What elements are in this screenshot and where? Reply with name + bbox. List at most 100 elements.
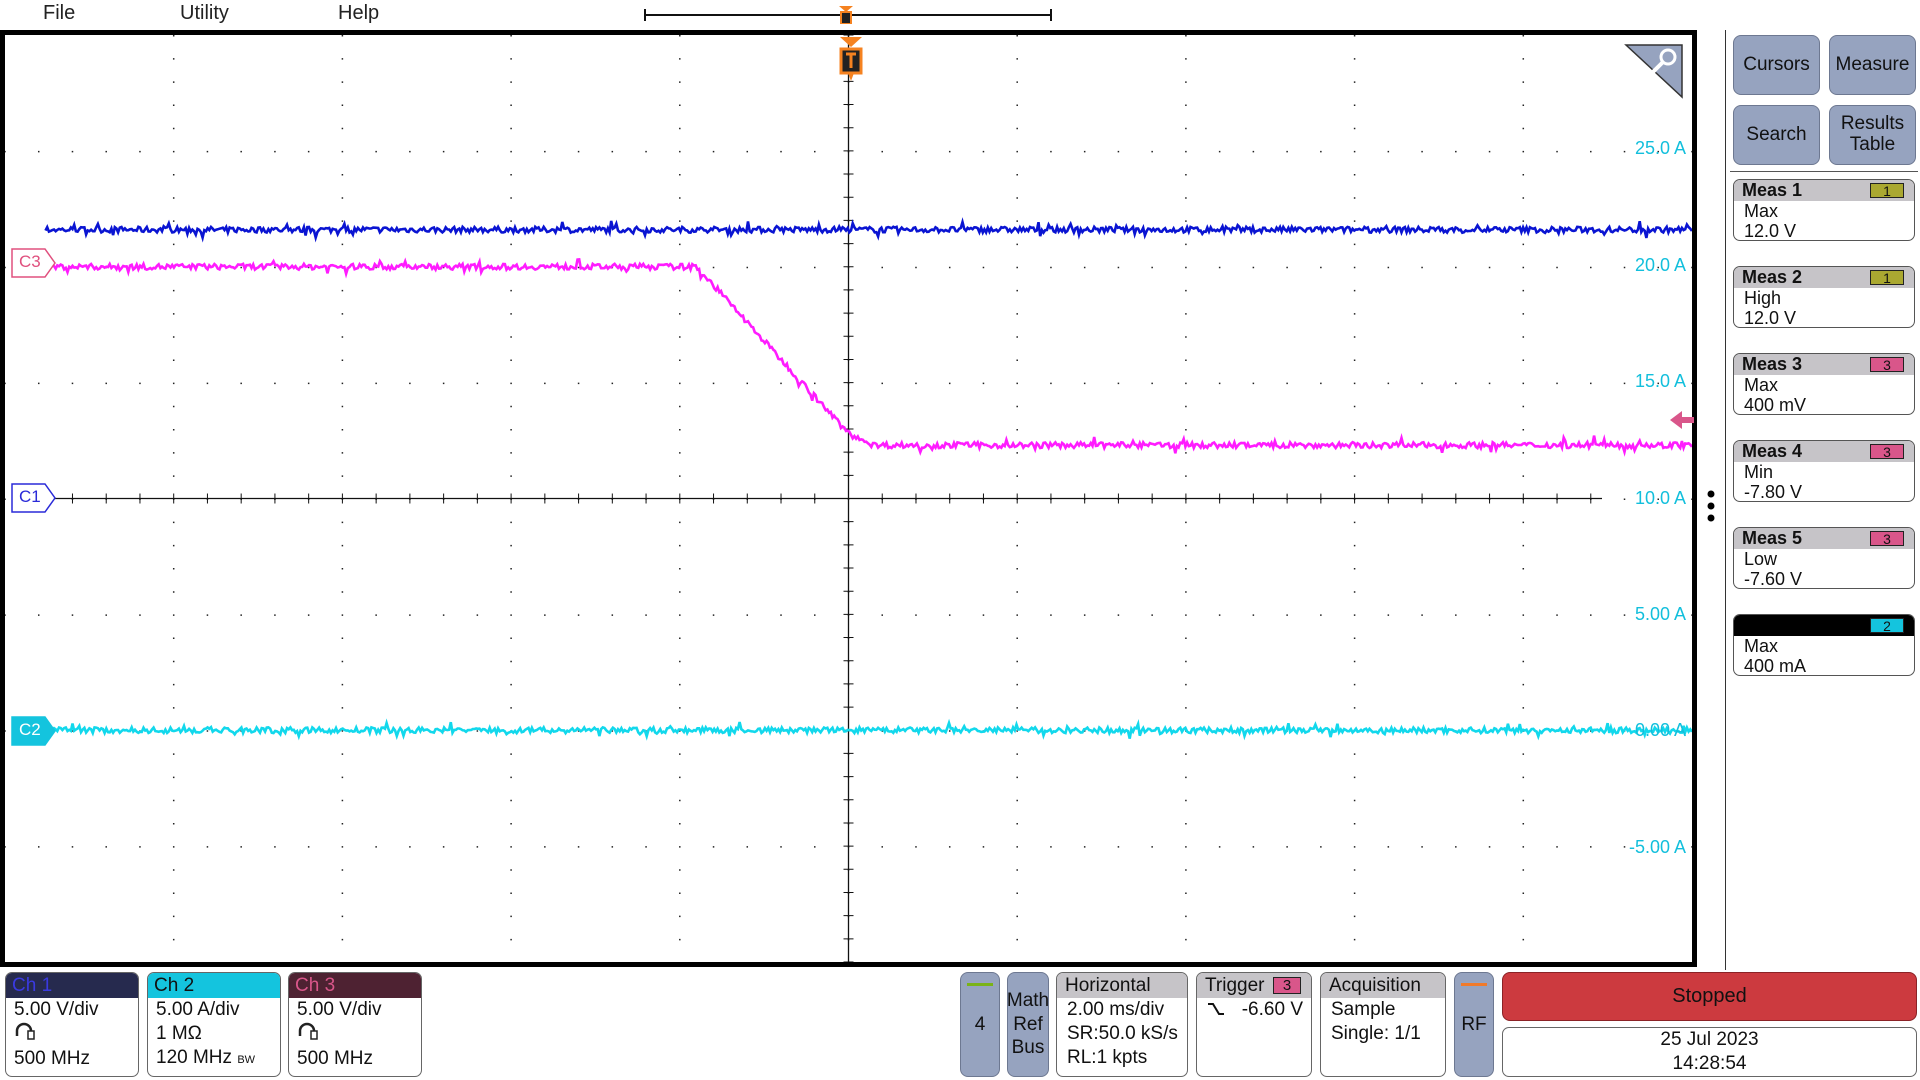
ch2-scale: 5.00 A/div bbox=[156, 999, 240, 1020]
meas-title: Meas 4 bbox=[1742, 441, 1803, 461]
ch3-offset-marker[interactable]: C3 bbox=[11, 248, 57, 278]
meas-value: -7.60 V bbox=[1744, 569, 1803, 589]
meas-type: Min bbox=[1744, 462, 1774, 482]
sample-rate: SR:50.0 kS/s bbox=[1067, 1023, 1178, 1044]
ch2-waveform bbox=[44, 718, 1692, 741]
zoom-icon[interactable] bbox=[1624, 43, 1684, 99]
side-panel-border bbox=[1725, 30, 1726, 970]
ch3-bandwidth: 500 MHz bbox=[297, 1048, 374, 1069]
acquisition-mode: Sample bbox=[1331, 999, 1396, 1020]
ch1-bandwidth: 500 MHz bbox=[14, 1048, 91, 1069]
ch3-label: Ch 3 bbox=[289, 973, 421, 998]
y-axis-label: 15.0 A bbox=[1634, 371, 1686, 391]
ch4-label: 4 bbox=[974, 1013, 986, 1035]
bw-limit-icon: BW bbox=[237, 1054, 256, 1066]
trigger-level-arrow-icon[interactable] bbox=[1670, 410, 1694, 430]
trigger-source-badge: 3 bbox=[1273, 977, 1301, 994]
ch3-badge[interactable]: Ch 3 5.00 V/div 500 MHz bbox=[288, 972, 422, 1077]
y-axis-label: 25.0 A bbox=[1634, 138, 1686, 158]
falling-edge-icon bbox=[1208, 1003, 1224, 1015]
record-length: RL:1 kpts bbox=[1067, 1047, 1148, 1068]
meas-title: Meas 5 bbox=[1742, 528, 1803, 548]
meas-value: 12.0 V bbox=[1744, 308, 1797, 328]
waveform-display[interactable]: T 25.0 A 20.0 A 15.0 A 10.0 A 5.00 A 0.0… bbox=[0, 30, 1697, 967]
meas-title: Meas 3 bbox=[1742, 354, 1803, 374]
trigger-badge[interactable]: Trigger 3 -6.60 V bbox=[1196, 972, 1312, 1077]
ch2-label: Ch 2 bbox=[148, 973, 280, 998]
ch2-badge[interactable]: Ch 2 5.00 A/div 1 MΩ 120 MHz BW bbox=[147, 972, 281, 1077]
trigger-level: -6.60 V bbox=[1241, 999, 1303, 1020]
menu-file[interactable]: File bbox=[43, 2, 75, 25]
ch3-scale: 5.00 V/div bbox=[297, 999, 382, 1020]
meas-4-badge[interactable]: Meas 4 3 Min -7.80 V bbox=[1733, 440, 1915, 502]
menu-utility[interactable]: Utility bbox=[180, 2, 229, 25]
run-stop-button[interactable]: Stopped bbox=[1502, 972, 1917, 1021]
meas-2-badge[interactable]: Meas 2 1 High 12.0 V bbox=[1733, 266, 1915, 328]
meas-source-badge: 1 bbox=[1870, 183, 1904, 198]
ch1-badge[interactable]: Ch 1 5.00 V/div 500 MHz bbox=[5, 972, 139, 1077]
ch4-button[interactable]: 4 bbox=[960, 972, 1000, 1077]
date-time-display: 25 Jul 2023 14:28:54 bbox=[1502, 1027, 1917, 1077]
math-ref-bus-button[interactable]: Math Ref Bus bbox=[1007, 972, 1049, 1077]
meas-value: 400 mA bbox=[1744, 656, 1807, 676]
date: 25 Jul 2023 bbox=[1660, 1029, 1759, 1050]
meas-source-badge: 2 bbox=[1870, 618, 1904, 633]
ch3-marker-label: C3 bbox=[19, 252, 41, 271]
meas-type: Max bbox=[1744, 201, 1779, 221]
ch2-offset-marker[interactable]: C2 bbox=[11, 716, 57, 746]
meas-source-badge: 3 bbox=[1870, 531, 1904, 546]
acquisition-title: Acquisition bbox=[1321, 973, 1445, 998]
y-axis-label: 10.0 A bbox=[1634, 488, 1686, 508]
ch2-marker-label: C2 bbox=[19, 720, 41, 739]
y-axis-label: 5.00 A bbox=[1634, 604, 1686, 624]
ch3-waveform bbox=[44, 257, 1692, 457]
search-button[interactable]: Search bbox=[1733, 105, 1820, 165]
cursors-button[interactable]: Cursors bbox=[1733, 35, 1820, 95]
meas-title: Meas 1 bbox=[1742, 180, 1803, 200]
ch2-bandwidth: 120 MHz bbox=[156, 1047, 233, 1068]
ch2-impedance: 1 MΩ bbox=[156, 1023, 202, 1044]
meas-type: Max bbox=[1744, 375, 1779, 395]
horizontal-badge[interactable]: Horizontal 2.00 ms/div SR:50.0 kS/s RL:1… bbox=[1056, 972, 1188, 1077]
meas-value: 12.0 V bbox=[1744, 221, 1797, 241]
horizontal-title: Horizontal bbox=[1057, 973, 1187, 998]
ch1-label: Ch 1 bbox=[6, 973, 138, 998]
meas-type: Low bbox=[1744, 549, 1778, 569]
meas-3-badge[interactable]: Meas 3 3 Max 400 mV bbox=[1733, 353, 1915, 415]
meas-value: 400 mV bbox=[1744, 395, 1807, 415]
probe-icon bbox=[289, 1022, 421, 1047]
ch1-scale: 5.00 V/div bbox=[14, 999, 99, 1020]
measure-button[interactable]: Measure bbox=[1829, 35, 1916, 95]
graticule bbox=[5, 35, 1692, 962]
meas-source-badge: 3 bbox=[1870, 357, 1904, 372]
rf-color-bar bbox=[1461, 983, 1487, 986]
rf-label: RF bbox=[1461, 1013, 1487, 1035]
ch1-waveform bbox=[44, 217, 1692, 243]
meas-6-badge[interactable]: 2 Max 400 mA bbox=[1733, 614, 1915, 676]
time: 14:28:54 bbox=[1672, 1053, 1747, 1074]
meas-type: High bbox=[1744, 288, 1782, 308]
ch4-color-bar bbox=[967, 983, 993, 986]
side-panel-divider bbox=[1730, 171, 1918, 172]
meas-type: Max bbox=[1744, 636, 1779, 656]
meas-5-badge[interactable]: Meas 5 3 Low -7.60 V bbox=[1733, 527, 1915, 589]
y-axis-label: 20.0 A bbox=[1634, 255, 1686, 275]
meas-source-badge: 1 bbox=[1870, 270, 1904, 285]
probe-icon bbox=[6, 1022, 138, 1047]
y-axis-label: -5.00 A bbox=[1628, 837, 1686, 857]
acquisition-badge[interactable]: Acquisition Sample Single: 1/1 bbox=[1320, 972, 1446, 1077]
more-options-icon[interactable] bbox=[1706, 490, 1716, 524]
acquisition-count: Single: 1/1 bbox=[1331, 1023, 1421, 1044]
trigger-position-marker[interactable] bbox=[840, 11, 852, 24]
rf-button[interactable]: RF bbox=[1454, 972, 1494, 1077]
y-axis-label: 0.00 A bbox=[1634, 720, 1686, 740]
meas-title: Meas 2 bbox=[1742, 267, 1803, 287]
menu-help[interactable]: Help bbox=[338, 2, 379, 25]
record-timeline[interactable] bbox=[643, 6, 1053, 24]
meas-1-badge[interactable]: Meas 1 1 Max 12.0 V bbox=[1733, 179, 1915, 241]
trigger-marker[interactable]: T bbox=[838, 37, 864, 85]
ch1-offset-marker[interactable]: C1 bbox=[11, 483, 57, 513]
results-table-button[interactable]: Results Table bbox=[1829, 105, 1916, 165]
trigger-title: Trigger bbox=[1205, 975, 1265, 996]
meas-value: -7.80 V bbox=[1744, 482, 1803, 502]
